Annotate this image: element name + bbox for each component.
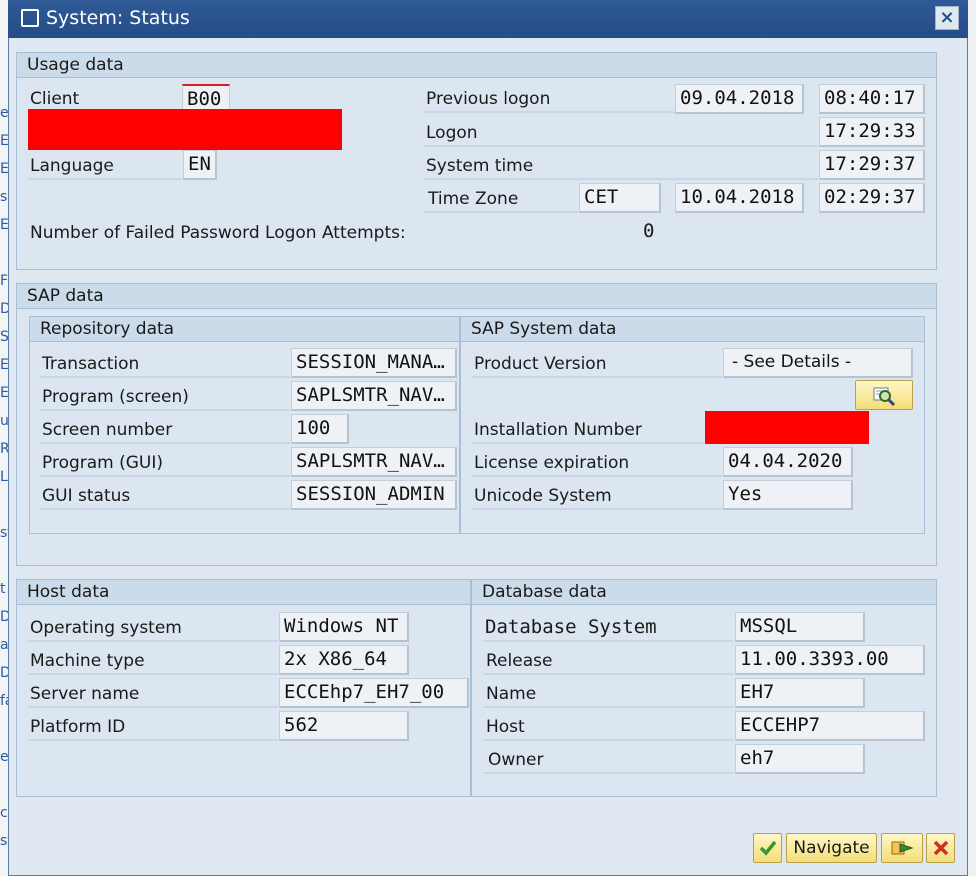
- database-system-field[interactable]: MSSQL: [735, 612, 865, 642]
- close-button[interactable]: ×: [935, 6, 959, 30]
- previous-logon-time-field[interactable]: 08:40:17: [819, 84, 925, 114]
- release-field[interactable]: 11.00.3393.00: [735, 645, 925, 675]
- gui-status-label: GUI status: [42, 486, 131, 506]
- machine-type-field[interactable]: 2x X86_64: [279, 645, 409, 675]
- accept-button[interactable]: [753, 833, 782, 863]
- time-zone-underline: [424, 211, 578, 213]
- row-underline: [40, 508, 290, 510]
- time-zone-label: Time Zone: [428, 189, 519, 209]
- previous-logon-underline: [424, 111, 674, 113]
- operating-system-label: Operating system: [30, 618, 182, 638]
- unicode-system-field[interactable]: Yes: [723, 480, 853, 510]
- screen-number-label: Screen number: [42, 420, 173, 440]
- row-underline: [472, 508, 722, 510]
- logon-time-field[interactable]: 17:29:33: [819, 117, 925, 147]
- row-underline: [40, 409, 290, 411]
- release-label: Release: [486, 651, 553, 671]
- row-underline: [472, 442, 704, 444]
- license-expiration-label: License expiration: [474, 453, 630, 473]
- row-underline: [472, 475, 722, 477]
- system-time-underline: [424, 178, 818, 180]
- row-underline: [483, 706, 733, 708]
- row-underline: [483, 739, 733, 741]
- navigate-button-label: Navigate: [793, 838, 870, 858]
- sap-system-data-header: SAP System data: [461, 317, 924, 342]
- time-zone-date-field[interactable]: 10.04.2018: [675, 183, 804, 213]
- owner-field[interactable]: eh7: [735, 744, 865, 774]
- server-name-label: Server name: [30, 684, 140, 704]
- navigate-button[interactable]: Navigate: [786, 833, 877, 863]
- failed-logon-label: Number of Failed Password Logon Attempts…: [30, 223, 406, 243]
- db-name-field[interactable]: EH7: [735, 678, 865, 708]
- forward-arrow-icon: [891, 841, 914, 855]
- server-name-field[interactable]: ECCEhp7_EH7_00: [279, 678, 469, 708]
- checkmark-icon: [759, 840, 776, 856]
- row-underline: [28, 673, 278, 675]
- cancel-button[interactable]: [926, 833, 955, 863]
- usage-data-header: Usage data: [17, 53, 936, 78]
- logon-label: Logon: [426, 123, 478, 143]
- row-underline: [483, 640, 733, 642]
- row-underline: [40, 442, 290, 444]
- language-label: Language: [30, 156, 114, 176]
- database-system-label: Database System: [485, 616, 657, 638]
- client-label: Client: [30, 89, 80, 109]
- forward-navigate-button[interactable]: [881, 833, 923, 863]
- cancel-x-icon: [933, 840, 948, 856]
- row-underline: [483, 772, 733, 774]
- transaction-label: Transaction: [42, 354, 140, 374]
- transaction-field[interactable]: SESSION_MANA…: [291, 348, 457, 378]
- failed-logon-value: 0: [643, 220, 655, 242]
- product-details-button[interactable]: [855, 380, 913, 410]
- program-screen-field[interactable]: SAPLSMTR_NAV…: [291, 381, 457, 411]
- close-icon: ×: [939, 7, 955, 28]
- sap-data-header: SAP data: [17, 284, 936, 309]
- owner-label: Owner: [488, 750, 544, 770]
- row-underline: [28, 739, 278, 741]
- license-expiration-field[interactable]: 04.04.2020: [723, 447, 853, 477]
- program-screen-label: Program (screen): [42, 387, 189, 407]
- platform-id-field[interactable]: 562: [279, 711, 409, 741]
- db-name-label: Name: [486, 684, 537, 704]
- row-underline: [483, 673, 733, 675]
- redacted-user: [28, 109, 342, 150]
- row-underline: [40, 475, 290, 477]
- system-time-field[interactable]: 17:29:37: [819, 150, 925, 180]
- row-underline: [472, 376, 722, 378]
- db-host-field[interactable]: ECCEHP7: [735, 711, 925, 741]
- product-version-field[interactable]: - See Details -: [723, 348, 913, 378]
- previous-logon-label: Previous logon: [426, 89, 551, 109]
- installation-number-label: Installation Number: [474, 420, 642, 440]
- program-gui-field[interactable]: SAPLSMTR_NAV…: [291, 447, 457, 477]
- window-title: System: Status: [46, 7, 190, 29]
- db-host-label: Host: [486, 717, 525, 737]
- unicode-system-label: Unicode System: [474, 486, 612, 506]
- logon-underline: [424, 145, 818, 147]
- language-underline: [28, 178, 182, 180]
- program-gui-label: Program (GUI): [42, 453, 164, 473]
- operating-system-field[interactable]: Windows NT: [279, 612, 409, 642]
- platform-id-label: Platform ID: [30, 717, 126, 737]
- machine-type-label: Machine type: [30, 651, 145, 671]
- host-data-header: Host data: [17, 580, 470, 605]
- database-data-header: Database data: [472, 580, 936, 605]
- time-zone-field[interactable]: CET: [579, 183, 661, 213]
- screen-number-field[interactable]: 100: [291, 414, 349, 444]
- magnifier-icon: [873, 387, 896, 406]
- gui-status-field[interactable]: SESSION_ADMIN: [291, 480, 457, 510]
- repository-data-header: Repository data: [30, 317, 459, 342]
- time-zone-time-field[interactable]: 02:29:37: [819, 183, 925, 213]
- previous-logon-date-field[interactable]: 09.04.2018: [675, 84, 804, 114]
- language-field[interactable]: EN: [183, 150, 217, 180]
- window-icon: [21, 9, 39, 27]
- row-underline: [40, 376, 290, 378]
- row-underline: [28, 640, 278, 642]
- product-version-label: Product Version: [474, 354, 607, 374]
- row-underline: [28, 706, 278, 708]
- system-time-label: System time: [426, 156, 534, 176]
- redacted-installation-number: [705, 411, 869, 444]
